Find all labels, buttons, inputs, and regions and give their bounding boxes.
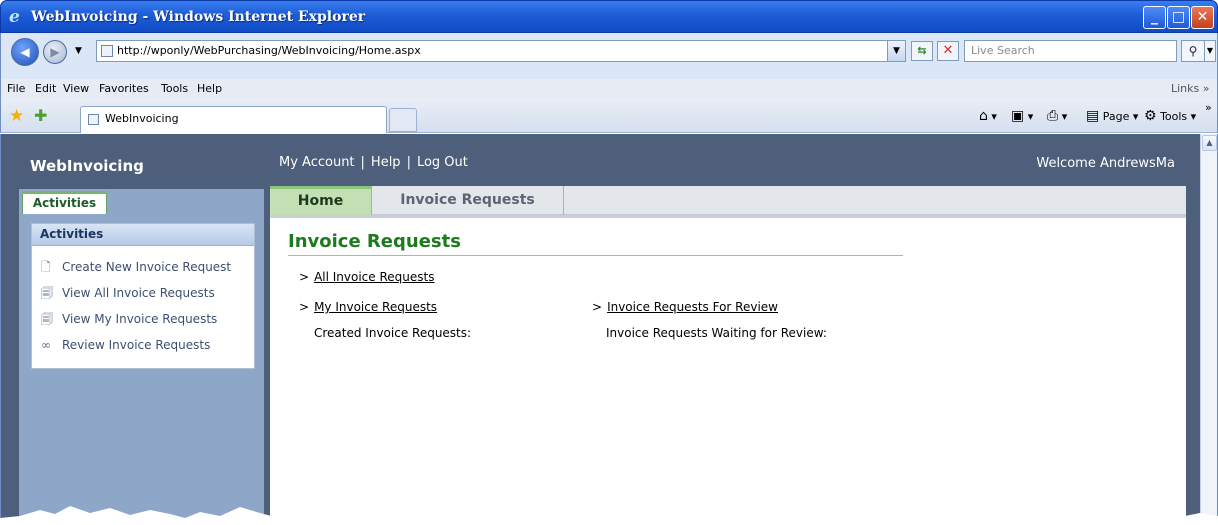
close-button[interactable]: ✕	[1191, 6, 1214, 29]
search-icon: ⚲	[1188, 44, 1198, 58]
all-invoice-requests-link[interactable]: > All Invoice Requests	[299, 270, 434, 284]
menu-view[interactable]: View	[63, 82, 89, 95]
app-title: WebInvoicing	[30, 157, 144, 175]
sidebar-item-label: Review Invoice Requests	[62, 338, 211, 352]
back-button[interactable]: ◀	[11, 38, 39, 66]
new-document-icon: 🗋	[41, 260, 51, 274]
maximize-button[interactable]: □	[1167, 6, 1190, 29]
new-tab-button[interactable]	[389, 108, 417, 132]
tab-divider	[270, 215, 1186, 218]
created-invoice-requests-label: Created Invoice Requests:	[314, 326, 472, 340]
toolbar-overflow-button[interactable]: »	[1205, 101, 1212, 114]
links-toolbar[interactable]: Links »	[1171, 82, 1210, 95]
waiting-for-review-label: Invoice Requests Waiting for Review:	[606, 326, 827, 340]
sidebar: Activities Activities 🗋 Create New Invoi…	[19, 189, 264, 525]
menu-favorites[interactable]: Favorites	[99, 82, 149, 95]
tab-invoice-requests[interactable]: Invoice Requests	[372, 186, 564, 215]
help-link[interactable]: Help	[371, 155, 401, 170]
activities-panel-header: Activities	[32, 224, 254, 246]
sidebar-item-label: View My Invoice Requests	[62, 312, 218, 326]
main-content: Home Invoice Requests Invoice Requests >…	[270, 186, 1186, 525]
sidebar-item-label: Create New Invoice Request	[62, 260, 232, 274]
sidebar-tab-activities[interactable]: Activities	[22, 191, 107, 214]
back-arrow-icon: ◀	[20, 45, 30, 59]
my-account-link[interactable]: My Account	[279, 155, 355, 170]
sidebar-item-view-all-invoice-requests[interactable]: 🗐 View All Invoice Requests	[32, 280, 254, 306]
activities-panel: Activities 🗋 Create New Invoice Request …	[31, 223, 255, 369]
welcome-message: Welcome AndrewsMa	[1036, 156, 1175, 171]
log-out-link[interactable]: Log Out	[417, 155, 468, 170]
print-button[interactable]: ⎙ ▾	[1047, 108, 1067, 124]
internet-explorer-icon: e	[9, 7, 20, 27]
refresh-button[interactable]: ⇆	[911, 41, 933, 61]
sidebar-item-view-my-invoice-requests[interactable]: 🗐 View My Invoice Requests	[32, 306, 254, 332]
top-navigation: My Account | Help | Log Out	[279, 155, 468, 170]
page-title: Invoice Requests	[288, 231, 461, 252]
web-page: WebInvoicing My Account | Help | Log Out Wel…	[0, 134, 1200, 525]
search-input[interactable]: Live Search	[964, 40, 1177, 62]
stop-button[interactable]: ✕	[937, 41, 959, 61]
menu-help[interactable]: Help	[197, 82, 222, 95]
forward-button[interactable]: ▶	[43, 40, 67, 64]
window-title: WebInvoicing - Windows Internet Explorer	[31, 9, 366, 25]
address-dropdown-button[interactable]: ▼	[887, 41, 905, 61]
view-document-icon: 🗐	[41, 312, 53, 326]
gear-icon: ⚙	[1144, 108, 1157, 124]
sidebar-item-create-new-invoice-request[interactable]: 🗋 Create New Invoice Request	[32, 254, 254, 280]
printer-icon: ⎙	[1047, 108, 1059, 124]
my-invoice-requests-link[interactable]: > My Invoice Requests	[299, 300, 437, 314]
browser-tab-webinvoicing[interactable]: WebInvoicing	[80, 106, 387, 133]
menu-file[interactable]: File	[7, 82, 25, 95]
invoice-requests-for-review-link[interactable]: > Invoice Requests For Review	[592, 300, 778, 314]
browser-tab-title: WebInvoicing	[105, 112, 179, 125]
address-input[interactable]: http://wponly/WebPurchasing/WebInvoicing…	[96, 40, 906, 62]
page-icon: ▤	[1086, 108, 1100, 124]
tab-bar: ★ ✚ WebInvoicing ⌂ ▾ ▣ ▾ ⎙ ▾ ▤ Page ▾ ⚙ …	[0, 99, 1218, 133]
glasses-icon: ∞	[41, 338, 51, 352]
page-menu-button[interactable]: ▤ Page ▾	[1086, 108, 1138, 124]
forward-arrow-icon: ▶	[50, 45, 60, 59]
home-button[interactable]: ⌂ ▾	[979, 108, 997, 124]
menu-tools[interactable]: Tools	[161, 82, 188, 95]
minimize-button[interactable]: _	[1143, 6, 1166, 29]
address-url: http://wponly/WebPurchasing/WebInvoicing…	[117, 44, 421, 57]
home-icon: ⌂	[979, 108, 988, 124]
vertical-scrollbar[interactable]: ▲	[1200, 134, 1218, 525]
sidebar-item-label: View All Invoice Requests	[62, 286, 215, 300]
sidebar-item-review-invoice-requests[interactable]: ∞ Review Invoice Requests	[32, 332, 254, 358]
refresh-icon: ⇆	[917, 44, 927, 57]
tab-home[interactable]: Home	[270, 186, 372, 215]
stop-icon: ✕	[942, 43, 954, 58]
torn-paper-edge	[0, 505, 1218, 525]
search-button[interactable]: ⚲	[1181, 40, 1205, 62]
window-titlebar: e WebInvoicing - Windows Internet Explor…	[0, 0, 1218, 33]
menu-bar: File Edit View Favorites Tools Help Link…	[0, 79, 1218, 99]
address-toolbar: ◀ ▶ ▼ http://wponly/WebPurchasing/WebInv…	[0, 33, 1218, 79]
favorites-center-icon[interactable]: ★	[9, 106, 24, 126]
title-divider	[288, 255, 903, 256]
search-options-button[interactable]: ▼	[1204, 40, 1216, 62]
feeds-button[interactable]: ▣ ▾	[1011, 108, 1033, 124]
scroll-up-button[interactable]: ▲	[1202, 135, 1217, 151]
rss-feed-icon: ▣	[1011, 108, 1025, 124]
view-document-icon: 🗐	[41, 286, 53, 300]
page-icon	[101, 45, 113, 57]
recent-pages-dropdown-icon[interactable]: ▼	[75, 46, 82, 56]
add-favorite-icon[interactable]: ✚	[34, 106, 47, 125]
menu-edit[interactable]: Edit	[35, 82, 56, 95]
page-icon	[88, 114, 99, 125]
content-tabs: Home Invoice Requests	[270, 186, 1186, 215]
tools-menu-button[interactable]: ⚙ Tools ▾	[1144, 108, 1196, 124]
